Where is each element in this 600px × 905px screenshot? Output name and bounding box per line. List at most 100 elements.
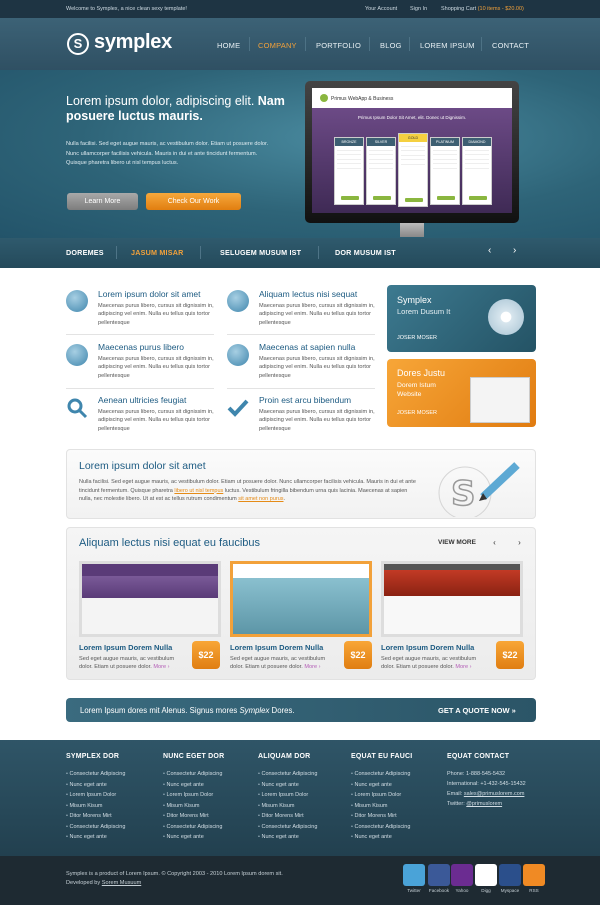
monitor-screen: Primus WebApp & Business Primus Ipsum Do… bbox=[312, 88, 512, 213]
portfolio-thumbnail[interactable] bbox=[230, 561, 372, 637]
footer-link[interactable]: Nunc eget ante bbox=[66, 782, 106, 788]
plan-column-featured: GOLD bbox=[398, 133, 428, 207]
footer-link[interactable]: Misum Kisum bbox=[351, 803, 387, 809]
footer-link[interactable]: Ditor Morens Mirt bbox=[163, 813, 208, 819]
top-bar: Welcome to Symplex, a nice clean sexy te… bbox=[0, 0, 600, 18]
portfolio-thumbnail[interactable] bbox=[79, 561, 221, 637]
footer-link[interactable]: Consectetur Adipiscing bbox=[66, 771, 125, 777]
developer-link[interactable]: Sorem Musuum bbox=[102, 880, 141, 886]
check-work-button[interactable]: Check Our Work bbox=[146, 193, 241, 210]
prev-arrow-icon[interactable]: ‹ bbox=[488, 245, 491, 256]
nav-portfolio[interactable]: PORTFOLIO bbox=[316, 41, 361, 50]
copyright: Symplex is a product of Lorem Ipsum. © C… bbox=[66, 870, 366, 888]
nav-blog[interactable]: BLOG bbox=[380, 41, 402, 50]
feature-title[interactable]: Maecenas purus libero bbox=[98, 342, 184, 352]
tab-selugem[interactable]: SELUGEM MUSUM IST bbox=[220, 248, 301, 257]
portfolio-next-icon[interactable]: › bbox=[513, 536, 526, 549]
screen-logo-text: Primus WebApp & Business bbox=[331, 96, 394, 102]
footer-link[interactable]: Nunc eget ante bbox=[258, 834, 298, 840]
footer-link[interactable]: Nunc eget ante bbox=[163, 782, 203, 788]
facebook-icon[interactable] bbox=[428, 864, 450, 886]
your-account-link[interactable]: Your Account bbox=[365, 6, 397, 12]
digg-icon[interactable] bbox=[475, 864, 497, 886]
email-link[interactable]: sales@primuslorem.com bbox=[464, 791, 525, 797]
tab-dor-musum[interactable]: DOR MUSUM IST bbox=[335, 248, 396, 257]
tab-jasum-misar[interactable]: JASUM MISAR bbox=[131, 248, 184, 257]
promo-subtitle: Lorem Dusum It bbox=[397, 307, 451, 316]
tab-doremes[interactable]: DOREMES bbox=[66, 248, 104, 257]
rss-icon[interactable] bbox=[523, 864, 545, 886]
footer-link[interactable]: Nunc eget ante bbox=[258, 782, 298, 788]
footer-link[interactable]: Consectetur Adipiscing bbox=[258, 771, 317, 777]
myspace-icon[interactable] bbox=[499, 864, 521, 886]
intro-link[interactable]: libero ut nisl tempus bbox=[174, 488, 223, 494]
view-more-link[interactable]: VIEW MORE bbox=[438, 539, 476, 546]
promo-card-symplex[interactable]: Symplex Lorem Dusum It JOSER MOSER bbox=[387, 285, 536, 352]
footer-link[interactable]: Ditor Morens Mirt bbox=[258, 813, 303, 819]
footer-link[interactable]: Consectetur Adipiscing bbox=[258, 824, 317, 830]
footer-link[interactable]: Nunc eget ante bbox=[163, 834, 203, 840]
get-quote-button[interactable]: GET A QUOTE NOW » bbox=[438, 706, 516, 715]
more-link[interactable]: More › bbox=[304, 664, 320, 670]
portfolio-thumbnail[interactable] bbox=[381, 561, 523, 637]
nav-home[interactable]: HOME bbox=[217, 41, 240, 50]
portfolio-item-title[interactable]: Lorem Ipsum Dorem Nulla bbox=[79, 643, 172, 652]
more-link[interactable]: More › bbox=[153, 664, 169, 670]
nav-lorem-ipsum[interactable]: LOREM IPSUM bbox=[420, 41, 475, 50]
sign-in-link[interactable]: Sign In bbox=[410, 6, 427, 12]
footer-link[interactable]: Ditor Morens Mirt bbox=[351, 813, 396, 819]
website-thumbnail bbox=[470, 377, 530, 423]
footer-link[interactable]: Misum Kisum bbox=[258, 803, 294, 809]
price-badge: $22 bbox=[192, 641, 220, 669]
intro-link[interactable]: sit amet non purus bbox=[238, 496, 283, 502]
nav-contact[interactable]: CONTACT bbox=[492, 41, 529, 50]
portfolio-item-title[interactable]: Lorem Ipsum Dorem Nulla bbox=[230, 643, 323, 652]
shopping-cart-link[interactable]: Shopping Cart (10 items - $20.00) bbox=[441, 6, 524, 12]
footer-link[interactable]: Consectetur Adipiscing bbox=[351, 771, 410, 777]
next-arrow-icon[interactable]: › bbox=[513, 245, 516, 256]
footer-link[interactable]: Lorem Ipsum Dolor bbox=[163, 792, 213, 798]
footer-column-heading: NUNC EGET DOR bbox=[163, 753, 225, 760]
nav-divider bbox=[249, 37, 250, 51]
twitter-icon[interactable] bbox=[403, 864, 425, 886]
footer-link[interactable]: Consectetur Adipiscing bbox=[163, 771, 222, 777]
footer-link[interactable]: Consectetur Adipiscing bbox=[66, 824, 125, 830]
plan-name: BRONZE bbox=[335, 138, 363, 146]
developer-label: Developed by bbox=[66, 880, 102, 886]
feature-title[interactable]: Proin est arcu bibendum bbox=[259, 395, 351, 405]
yahoo-icon[interactable] bbox=[451, 864, 473, 886]
footer-link[interactable]: Consectetur Adipiscing bbox=[163, 824, 222, 830]
footer-link[interactable]: Consectetur Adipiscing bbox=[351, 824, 410, 830]
users-icon bbox=[66, 344, 88, 366]
svg-text:S: S bbox=[451, 474, 476, 514]
footer-link[interactable]: Ditor Morens Mirt bbox=[66, 813, 111, 819]
intro-title: Lorem ipsum dolor sit amet bbox=[79, 460, 206, 472]
plan-name: SILVER bbox=[367, 138, 395, 146]
footer-link[interactable]: Misum Kisum bbox=[163, 803, 199, 809]
more-link[interactable]: More › bbox=[455, 664, 471, 670]
price-badge: $22 bbox=[344, 641, 372, 669]
feature-divider bbox=[227, 334, 375, 335]
promo-card-dores[interactable]: Dores Justu Dorem Istum Website JOSER MO… bbox=[387, 359, 536, 427]
feature-title[interactable]: Aenean ultricies feugiat bbox=[98, 395, 186, 405]
twitter-link[interactable]: @primuslorem bbox=[466, 801, 502, 807]
footer-link[interactable]: Nunc eget ante bbox=[351, 834, 391, 840]
footer-link[interactable]: Lorem Ipsum Dolor bbox=[258, 792, 308, 798]
footer-link[interactable]: Misum Kisum bbox=[66, 803, 102, 809]
footer-link[interactable]: Nunc eget ante bbox=[351, 782, 391, 788]
cd-icon bbox=[488, 299, 524, 335]
logo-icon[interactable]: S bbox=[67, 33, 89, 55]
learn-more-button[interactable]: Learn More bbox=[67, 193, 138, 210]
footer-link[interactable]: Lorem Ipsum Dolor bbox=[351, 792, 401, 798]
logo-text[interactable]: symplex bbox=[94, 31, 172, 54]
feature-title[interactable]: Aliquam lectus nisi sequat bbox=[259, 289, 357, 299]
feature-title[interactable]: Lorem ipsum dolor sit amet bbox=[98, 289, 201, 299]
feature-text: Maecenas purus libero, cursus sit dignis… bbox=[259, 303, 375, 326]
nav-company[interactable]: COMPANY bbox=[258, 41, 297, 50]
footer-link[interactable]: Nunc eget ante bbox=[66, 834, 106, 840]
footer-link[interactable]: Lorem Ipsum Dolor bbox=[66, 792, 116, 798]
portfolio-prev-icon[interactable]: ‹ bbox=[488, 536, 501, 549]
cart-info: (10 items - $20.00) bbox=[477, 6, 524, 12]
portfolio-item-title[interactable]: Lorem Ipsum Dorem Nulla bbox=[381, 643, 474, 652]
feature-title[interactable]: Maecenas at sapien nulla bbox=[259, 342, 355, 352]
